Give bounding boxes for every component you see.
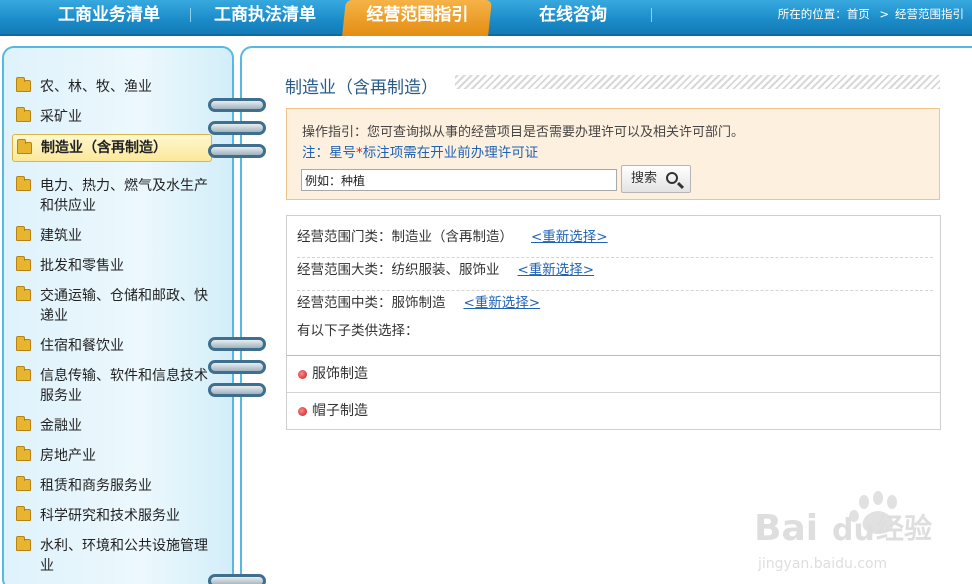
folder-icon [16, 286, 31, 301]
folder-icon [16, 446, 31, 461]
folder-icon [16, 226, 31, 241]
selection-panel: 经营范围门类：制造业（含再制造） <重新选择> 经营范围大类：纺织服装、服饰业 <重… [286, 215, 941, 430]
tab-enforcement-list[interactable]: 工商执法清单 [192, 0, 338, 30]
red-dot-icon [298, 370, 307, 379]
breadcrumb-current: 经营范围指引 [895, 7, 964, 21]
selection-category: 经营范围门类：制造业（含再制造） <重新选择> [297, 226, 933, 258]
folder-icon [16, 77, 31, 92]
binder-ring [208, 98, 266, 112]
watermark-bai: Bai [754, 508, 818, 549]
binder-ring [208, 360, 266, 374]
folder-icon [17, 139, 32, 154]
folder-icon [16, 256, 31, 271]
page-title: 制造业（含再制造） [285, 78, 438, 98]
subclass-option-hats[interactable]: 帽子制造 [287, 392, 940, 429]
nav-divider [651, 8, 652, 22]
license-note: 注：星号*标注项需在开业前办理许可证 [302, 145, 539, 161]
folder-icon [16, 506, 31, 521]
folder-icon [16, 336, 31, 351]
watermark-url: jingyan.baidu.com [757, 556, 887, 572]
subclass-option-apparel[interactable]: 服饰制造 [287, 355, 940, 392]
breadcrumb: 所在的位置：首页 > 经营范围指引 [778, 0, 964, 30]
paw-logo-icon: Bai du 经验 jingyan.baidu.com [754, 491, 932, 572]
breadcrumb-separator: > [879, 7, 889, 21]
breadcrumb-home-link[interactable]: 首页 [847, 7, 870, 21]
subclass-prompt: 有以下子类供选择： [297, 323, 419, 339]
folder-icon [16, 536, 31, 551]
tab-online-consult[interactable]: 在线咨询 [505, 0, 641, 30]
reselect-major-class-link[interactable]: <重新选择> [518, 262, 595, 278]
binder-ring [208, 337, 266, 351]
folder-icon [16, 366, 31, 381]
red-dot-icon [298, 407, 307, 416]
folder-icon [16, 107, 31, 122]
reselect-category-link[interactable]: <重新选择> [531, 229, 608, 245]
guide-box: 操作指引：您可查询拟从事的经营项目是否需要办理许可以及相关许可部门。 注：星号*… [286, 108, 940, 200]
selection-major-class: 经营范围大类：纺织服装、服饰业 <重新选择> [297, 259, 933, 291]
search-icon [666, 172, 678, 184]
breadcrumb-prefix: 所在的位置： [777, 7, 847, 21]
tab-business-list[interactable]: 工商业务清单 [34, 0, 184, 30]
folder-icon [16, 416, 31, 431]
binder-ring [208, 383, 266, 397]
tab-business-scope-guide[interactable]: 经营范围指引 [342, 0, 492, 36]
sidebar-item-manufacturing[interactable]: 制造业（含再制造） [12, 134, 212, 162]
baidu-watermark: Bai du 经验 jingyan.baidu.com [746, 488, 946, 578]
watermark-jingyan: 经验 [876, 512, 932, 545]
search-button[interactable]: 搜索 [621, 165, 691, 193]
binder-ring [208, 574, 266, 584]
top-nav-bar: 工商业务清单 工商执法清单 经营范围指引 在线咨询 所在的位置：首页 > 经营范围… [0, 0, 972, 36]
search-input[interactable] [301, 169, 617, 191]
required-star: * [356, 145, 363, 161]
binder-ring [208, 121, 266, 135]
title-decoration [455, 75, 940, 89]
watermark-du: du [832, 513, 875, 548]
folder-icon [16, 476, 31, 491]
binder-ring [208, 144, 266, 158]
nav-divider [190, 8, 191, 22]
reselect-mid-class-link[interactable]: <重新选择> [464, 295, 541, 311]
folder-icon [16, 176, 31, 191]
guide-text: 操作指引：您可查询拟从事的经营项目是否需要办理许可以及相关许可部门。 [302, 125, 745, 140]
